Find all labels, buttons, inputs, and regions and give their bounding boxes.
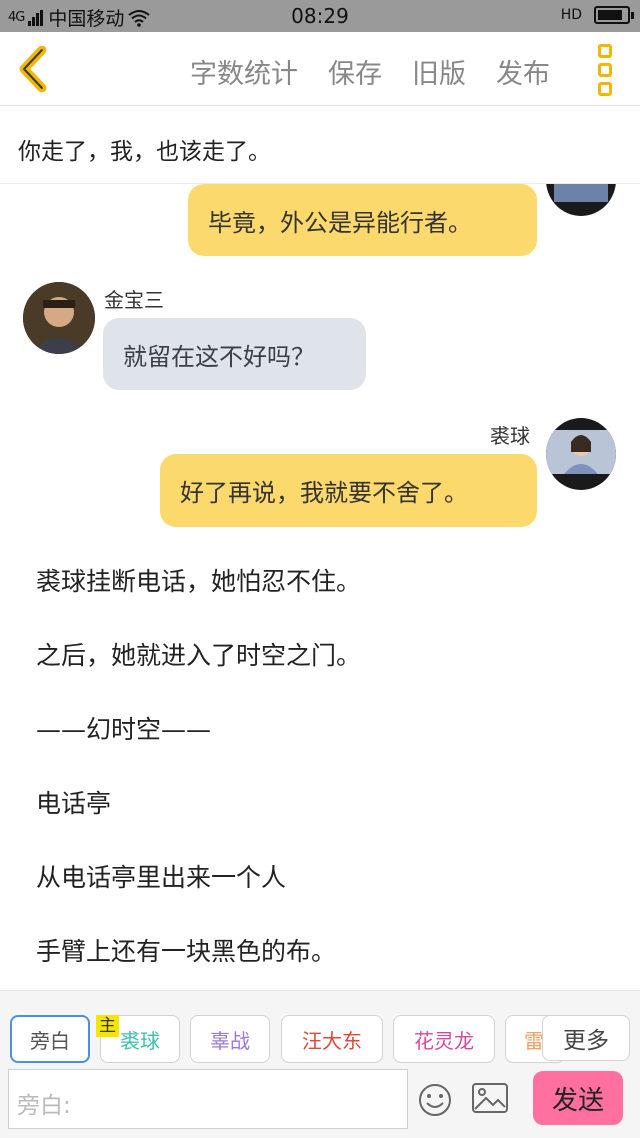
status-bar: 4G 中国移动 08:29 HD — [0, 0, 640, 32]
narration-line[interactable]: 之后，她就进入了时空之门。 — [36, 636, 361, 672]
hd-call-icon: HD — [560, 7, 582, 23]
top-toolbar: 字数统计 保存 旧版 发布 — [0, 32, 640, 106]
narration-line[interactable]: 裘球挂断电话，她怕忍不住。 — [36, 562, 361, 598]
character-chip-hualinglong[interactable]: 花灵龙 — [393, 1015, 495, 1063]
narrator-chip[interactable]: 旁白 — [10, 1015, 90, 1063]
message-text: 毕竟，外公是异能行者。 — [208, 208, 472, 237]
old-version-button[interactable]: 旧版 — [412, 52, 466, 91]
message-input[interactable]: 旁白: — [8, 1069, 408, 1129]
back-chevron-icon[interactable] — [14, 46, 54, 92]
more-characters-button[interactable]: 更多 — [542, 1015, 630, 1061]
character-chip-wangdadong[interactable]: 汪大东 — [281, 1015, 383, 1063]
message-text: 好了再说，我就要不舍了。 — [180, 479, 468, 507]
narration-line[interactable]: 电话亭 — [36, 784, 111, 820]
message-bubble[interactable]: 毕竟，外公是异能行者。 — [188, 184, 537, 256]
word-count-button[interactable]: 字数统计 — [190, 52, 298, 91]
message-bubble[interactable]: 好了再说，我就要不舍了。 — [160, 454, 537, 527]
narration-line[interactable]: ——幻时空—— — [36, 710, 211, 746]
avatar-jinbaosan[interactable] — [23, 282, 95, 354]
battery-icon — [594, 6, 634, 24]
message-bubble[interactable]: 就留在这不好吗？ — [103, 318, 366, 390]
speaker-name: 金宝三 — [104, 288, 164, 312]
toolbar-actions: 字数统计 保存 旧版 发布 — [190, 52, 550, 91]
avatar-qiuqiu[interactable] — [546, 184, 616, 216]
more-menu-icon[interactable] — [598, 44, 614, 96]
battery-level — [598, 10, 622, 20]
message-text: 就留在这不好吗？ — [123, 342, 315, 371]
character-chip-guzhan[interactable]: 辜战 — [190, 1015, 270, 1063]
status-right: HD — [560, 6, 634, 24]
narration-line[interactable]: 从电话亭里出来一个人 — [36, 858, 286, 894]
image-icon[interactable] — [472, 1083, 508, 1113]
clock: 08:29 — [291, 4, 349, 28]
character-bar: 旁白 裘球 主 辜战 汪大东 花灵龙 雷 更多 旁白: 发送 — [0, 990, 640, 1138]
avatar-qiuqiu[interactable] — [546, 418, 616, 490]
story-content[interactable]: 毕竟，外公是异能行者。 金宝三 就留在这不好吗？ 裘球 好了再说，我就要不舍了。… — [0, 184, 640, 990]
speaker-name: 裘球 — [490, 424, 530, 448]
chapter-title[interactable]: 你走了，我，也该走了。 — [0, 106, 640, 184]
main-character-tag: 主 — [96, 1015, 119, 1037]
send-button[interactable]: 发送 — [533, 1071, 623, 1125]
publish-button[interactable]: 发布 — [496, 52, 550, 91]
narration-line[interactable]: 手臂上还有一块黑色的布。 — [36, 932, 336, 968]
emoji-icon[interactable] — [418, 1083, 452, 1117]
save-button[interactable]: 保存 — [328, 52, 382, 91]
